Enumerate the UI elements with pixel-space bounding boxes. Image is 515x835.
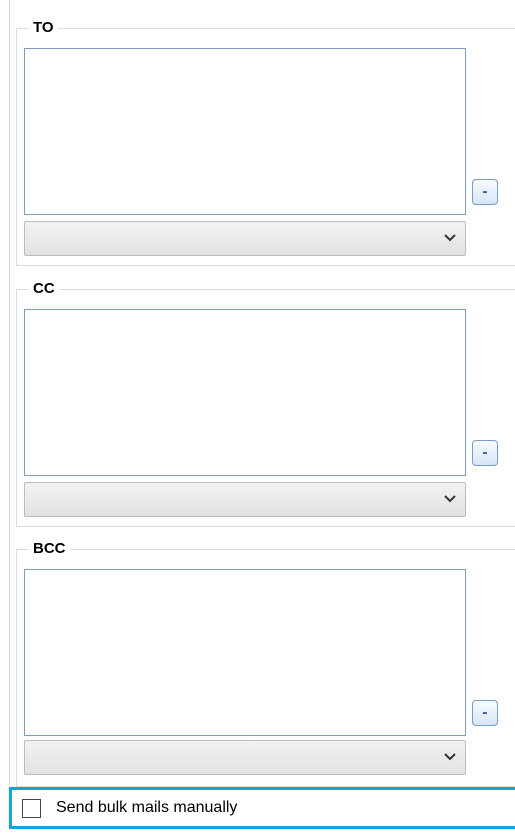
to-group: TO - [16, 19, 515, 266]
bulk-mail-label[interactable]: Send bulk mails manually [56, 798, 237, 818]
bcc-address-select[interactable] [24, 740, 466, 775]
to-address-select[interactable] [24, 221, 466, 256]
panel-left-border [9, 0, 10, 785]
bcc-remove-label: - [482, 705, 488, 721]
bcc-group: BCC - [16, 540, 515, 787]
to-remove-button[interactable]: - [472, 179, 498, 205]
cc-address-select[interactable] [24, 482, 466, 517]
bcc-group-label: BCC [29, 540, 70, 558]
bcc-remove-button[interactable]: - [472, 700, 498, 726]
to-address-list[interactable] [24, 48, 466, 215]
to-group-label: TO [29, 19, 58, 37]
chevron-down-icon [444, 234, 456, 242]
cc-remove-button[interactable]: - [472, 440, 498, 466]
bulk-mail-checkbox[interactable] [22, 799, 41, 818]
cc-remove-label: - [482, 445, 488, 461]
cc-group: CC - [16, 280, 515, 527]
bulk-mail-row[interactable]: Send bulk mails manually [9, 787, 515, 829]
to-remove-label: - [482, 184, 488, 200]
recipients-panel: TO - CC - BCC - Send bulk mails manually [0, 0, 515, 835]
bcc-address-list[interactable] [24, 569, 466, 736]
chevron-down-icon [444, 753, 456, 761]
chevron-down-icon [444, 495, 456, 503]
cc-address-list[interactable] [24, 309, 466, 476]
cc-group-label: CC [29, 280, 59, 298]
